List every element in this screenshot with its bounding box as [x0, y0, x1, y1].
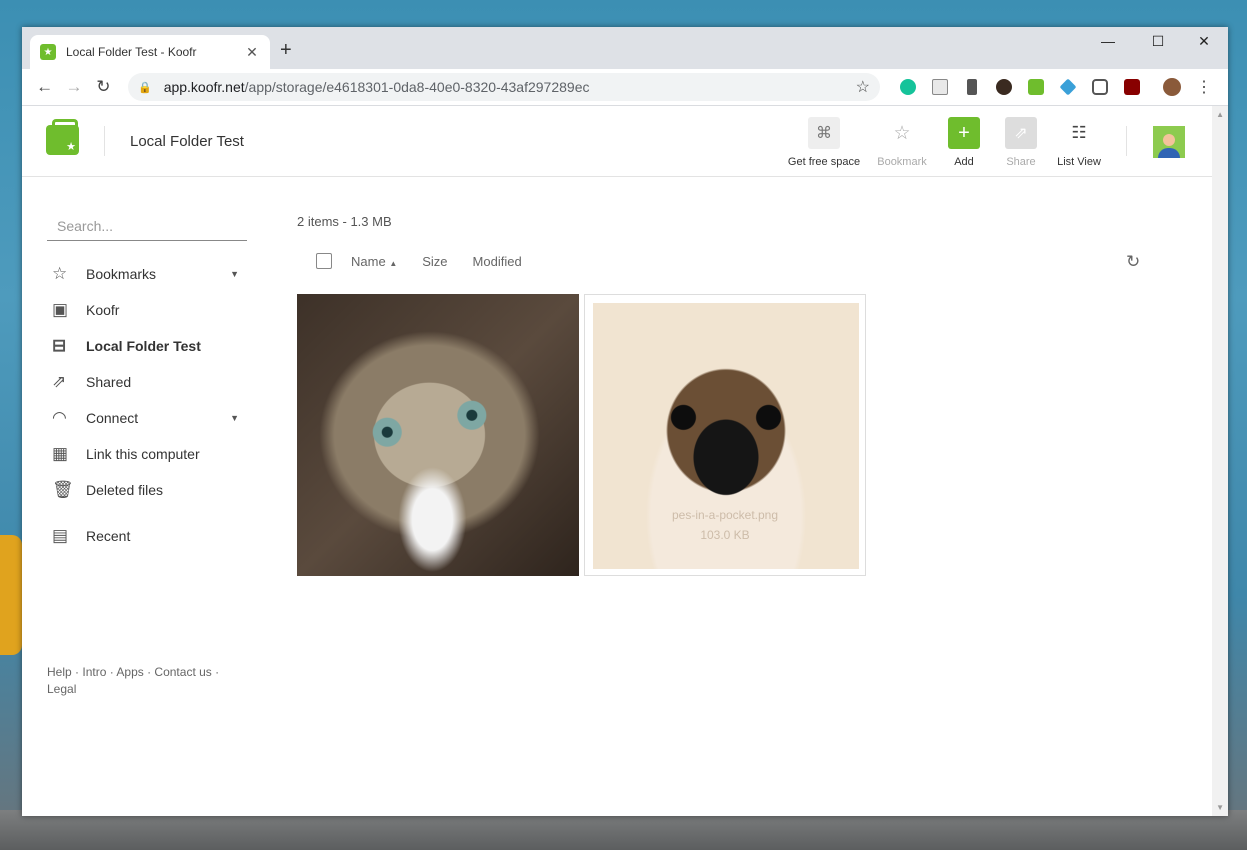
- koofr-page: Local Folder Test ⌘ Get free space ☆ Boo…: [22, 106, 1228, 816]
- list-view-button[interactable]: ☷ List View: [1039, 117, 1119, 168]
- intro-link[interactable]: Intro: [82, 665, 106, 679]
- new-tab-button[interactable]: +: [280, 39, 292, 62]
- sort-asc-icon: ▲: [389, 258, 398, 268]
- page-title: Local Folder Test: [130, 133, 244, 150]
- legal-link[interactable]: Legal: [47, 682, 76, 696]
- reader-icon[interactable]: [924, 72, 956, 102]
- back-arrow-icon[interactable]: ←: [30, 72, 59, 102]
- grammarly-icon[interactable]: [892, 72, 924, 102]
- sidebar-item-recent[interactable]: ▤ Recent: [47, 518, 247, 554]
- url-path: /app/storage/e4618301-0da8-40e0-8320-43a…: [244, 79, 590, 95]
- sidebar-item-koofr[interactable]: ▣ Koofr: [47, 292, 247, 328]
- sidebar-item-label: Recent: [86, 528, 131, 544]
- caret-down-icon[interactable]: ▼: [230, 269, 239, 279]
- sidebar-item-link-computer[interactable]: ▦ Link this computer: [47, 436, 247, 472]
- desktop-decoration: [0, 535, 22, 655]
- forward-arrow-icon[interactable]: →: [59, 72, 88, 102]
- reload-icon[interactable]: ↻: [89, 72, 118, 102]
- k-icon[interactable]: [988, 72, 1020, 102]
- page-scrollbar[interactable]: ▲ ▼: [1212, 106, 1228, 816]
- sidebar-item-label: Link this computer: [86, 446, 200, 462]
- trash-icon: 🗑: [52, 480, 74, 499]
- header-divider: [104, 126, 105, 156]
- tab-close-icon[interactable]: ✕: [244, 44, 260, 61]
- footer-links: Help · Intro · Apps · Contact us · Legal: [47, 665, 220, 696]
- profile-avatar[interactable]: [1156, 72, 1188, 102]
- contact-link[interactable]: Contact us: [154, 665, 211, 679]
- sidebar-item-label: Shared: [86, 374, 132, 390]
- star-icon: ☆: [893, 122, 911, 144]
- tab-title: Local Folder Test - Koofr: [66, 45, 197, 59]
- column-name[interactable]: Name ▲: [351, 254, 397, 269]
- column-name-label: Name: [351, 253, 386, 269]
- sidebar-item-connect[interactable]: ◠ Connect ▼: [47, 400, 247, 436]
- column-modified[interactable]: Modified: [473, 254, 522, 269]
- share-icon: ⇗: [1005, 117, 1037, 149]
- list-view-label: List View: [1057, 156, 1101, 168]
- browser-window: ★ Local Folder Test - Koofr ✕ + — ☐ ✕ ← …: [22, 27, 1228, 816]
- sidebar-item-label: Koofr: [86, 302, 120, 318]
- get-free-space-button[interactable]: ⌘ Get free space: [784, 117, 864, 168]
- list-view-icon: ☷: [1071, 123, 1087, 142]
- sidebar-item-label: Deleted files: [86, 482, 164, 498]
- minimize-button[interactable]: —: [1088, 33, 1128, 49]
- ublock-icon[interactable]: [1116, 72, 1148, 102]
- get-free-space-label: Get free space: [787, 156, 861, 168]
- koofr-icon[interactable]: [1020, 72, 1052, 102]
- header-divider-right: [1126, 126, 1127, 156]
- url-host: app.koofr.net: [163, 79, 245, 95]
- sidebar-item-label: Bookmarks: [86, 266, 157, 282]
- close-window-button[interactable]: ✕: [1184, 33, 1224, 50]
- koofr-logo-icon[interactable]: [46, 119, 79, 155]
- lock-icon: 🔒: [137, 81, 152, 94]
- file-name: pes-in-a-pocket.png: [671, 508, 779, 522]
- windows-icon: ▦: [52, 444, 69, 463]
- desktop-background: [0, 810, 1247, 850]
- help-link[interactable]: Help: [47, 665, 72, 679]
- extensions-bar: ⋮: [892, 72, 1220, 102]
- drive-icon: ⊟: [52, 336, 67, 355]
- sidebar-item-deleted-files[interactable]: 🗑 Deleted files: [47, 472, 247, 508]
- sidebar-item-label: Connect: [86, 410, 139, 426]
- app-header: Local Folder Test ⌘ Get free space ☆ Boo…: [22, 106, 1212, 177]
- share-icon: ⇗: [52, 372, 67, 391]
- sidebar-item-local-folder-test[interactable]: ⊟ Local Folder Test: [47, 328, 247, 364]
- buffer-icon[interactable]: [1052, 72, 1084, 102]
- eyedropper-icon[interactable]: [956, 72, 988, 102]
- gift-icon: ⌘: [808, 117, 840, 149]
- select-all-checkbox[interactable]: [316, 253, 332, 269]
- file-tile-cat[interactable]: [297, 294, 579, 576]
- scroll-down-icon[interactable]: ▼: [1216, 803, 1224, 812]
- file-tile-pug[interactable]: pes-in-a-pocket.png 103.0 KB: [584, 294, 866, 576]
- sidebar-item-shared[interactable]: ⇗ Shared: [47, 364, 247, 400]
- column-headers: Name ▲ Size Modified: [316, 253, 547, 269]
- recent-icon: ▤: [52, 526, 69, 545]
- user-avatar[interactable]: [1153, 126, 1185, 158]
- koofr-favicon-icon: ★: [40, 44, 56, 60]
- folder-summary: 2 items - 1.3 MB: [297, 214, 392, 229]
- browser-toolbar: ← → ↻ 🔒 app.koofr.net/app/storage/e46183…: [22, 69, 1228, 106]
- pocket-icon[interactable]: [1084, 72, 1116, 102]
- sidebar-item-bookmarks[interactable]: ☆ Bookmarks ▼: [47, 256, 247, 292]
- browser-tab[interactable]: ★ Local Folder Test - Koofr ✕: [30, 35, 270, 69]
- star-icon: ☆: [52, 264, 68, 283]
- file-caption: pes-in-a-pocket.png 103.0 KB: [585, 505, 865, 545]
- menu-dots-icon[interactable]: ⋮: [1188, 72, 1220, 102]
- bookmark-star-icon[interactable]: ☆: [856, 77, 870, 97]
- scroll-up-icon[interactable]: ▲: [1216, 110, 1224, 119]
- refresh-icon[interactable]: ↻: [1126, 252, 1140, 272]
- address-bar[interactable]: 🔒 app.koofr.net/app/storage/e4618301-0da…: [127, 73, 880, 101]
- column-size[interactable]: Size: [422, 254, 447, 269]
- apps-link[interactable]: Apps: [116, 665, 143, 679]
- tab-strip: ★ Local Folder Test - Koofr ✕ + — ☐ ✕: [22, 27, 1228, 69]
- sidebar-nav: ☆ Bookmarks ▼ ▣ Koofr ⊟ Local Folder Tes…: [47, 256, 247, 554]
- sidebar-item-label: Local Folder Test: [86, 338, 201, 354]
- caret-down-icon[interactable]: ▼: [230, 413, 239, 423]
- search-input[interactable]: [47, 212, 247, 241]
- maximize-button[interactable]: ☐: [1138, 33, 1178, 50]
- file-size: 103.0 KB: [700, 528, 750, 542]
- koofr-folder-icon: ▣: [52, 300, 69, 319]
- plus-icon: +: [948, 117, 980, 149]
- rss-icon: ◠: [52, 408, 67, 427]
